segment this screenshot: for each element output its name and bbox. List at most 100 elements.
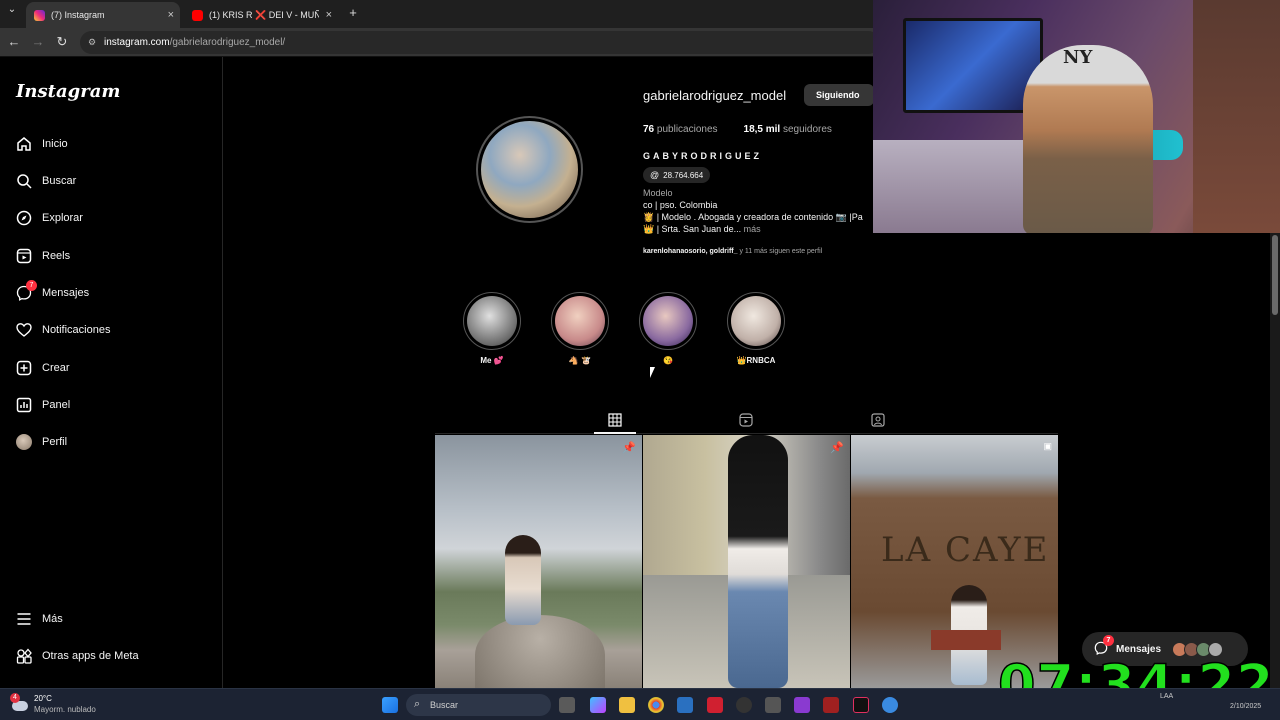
tab-close-button[interactable]: ×	[326, 9, 332, 21]
weather-cloud-icon: 4	[10, 693, 30, 713]
tab-posts[interactable]	[605, 410, 625, 430]
pin-icon: 📌	[830, 442, 844, 454]
sidebar-item-reels[interactable]: Reels	[16, 248, 70, 264]
tab-title: (1) KRIS R ❌ DEI V - MUÑECA	[209, 9, 319, 20]
url-input[interactable]: ⚙ instagram.com/gabrielarodriguez_model/	[80, 31, 880, 54]
sidebar-item-label: Explorar	[42, 212, 83, 224]
copilot-icon[interactable]	[590, 697, 606, 713]
scrollbar-thumb[interactable]	[1272, 235, 1278, 315]
search-icon: ⌕	[414, 698, 421, 710]
active-tab-indicator	[594, 432, 636, 434]
plus-square-icon	[16, 360, 32, 376]
highlight-kiss[interactable]: 😘	[639, 292, 697, 365]
tiktok-icon[interactable]	[853, 697, 869, 713]
reel-icon: ▣	[1043, 441, 1052, 451]
chrome-icon[interactable]	[648, 697, 664, 713]
instagram-logo[interactable]: Instagram	[16, 81, 120, 102]
tab-youtube[interactable]: (1) KRIS R ❌ DEI V - MUÑECA ×	[184, 2, 338, 28]
sidebar-item-panel[interactable]: Panel	[16, 397, 70, 413]
site-info-icon[interactable]: ⚙	[88, 37, 96, 48]
mouse-cursor	[650, 367, 658, 378]
reload-icon[interactable]: ↻	[54, 34, 70, 50]
page-scrollbar[interactable]	[1270, 233, 1280, 688]
post-thumbnail[interactable]: LA CAYE ▣	[851, 435, 1058, 688]
system-tray[interactable]: LAA 2/10/2025	[1160, 692, 1261, 712]
task-view-icon[interactable]	[559, 697, 575, 713]
bio-more-link[interactable]: más	[744, 224, 761, 234]
app-icon[interactable]	[882, 697, 898, 713]
threads-badge[interactable]: @28.764.664	[643, 167, 711, 183]
sidebar-item-label: Panel	[42, 399, 71, 411]
bio-line: 👑 | Srta. San Juan de... más	[643, 224, 761, 234]
sidebar-item-label: Notificaciones	[42, 324, 111, 336]
sidebar-item-inicio[interactable]: Inicio	[16, 136, 68, 152]
post-thumbnail[interactable]: 📌	[643, 435, 850, 688]
highlight-rnbca[interactable]: 👑RNBCA	[727, 292, 785, 365]
profile-full-name: GABYRODRIGUEZ	[643, 151, 763, 161]
weather-desc: Mayorm. nublado	[34, 705, 96, 714]
tab-tagged[interactable]	[868, 410, 888, 430]
file-explorer-icon[interactable]	[619, 697, 635, 713]
bio-line: co | pso. Colombia	[643, 200, 718, 210]
messages-float-label: Mensajes	[1116, 643, 1162, 655]
menu-icon	[16, 611, 32, 627]
instagram-favicon-icon	[34, 9, 45, 21]
sidebar-item-notificaciones[interactable]: Notificaciones	[16, 322, 110, 338]
new-tab-button[interactable]: +	[345, 5, 361, 20]
tray-language: LAA	[1160, 693, 1174, 700]
app-icon[interactable]	[823, 697, 839, 713]
taskbar-search[interactable]: ⌕ Buscar	[406, 694, 551, 716]
sidebar-item-crear[interactable]: Crear	[16, 360, 70, 376]
grid-icon	[608, 413, 622, 427]
app-icon[interactable]	[765, 697, 781, 713]
tab-close-button[interactable]: ×	[168, 9, 174, 21]
tab-title: (7) Instagram	[51, 10, 105, 20]
sidebar-item-label: Mensajes	[42, 287, 90, 299]
store-icon[interactable]	[677, 697, 693, 713]
windows-start-icon[interactable]	[382, 697, 398, 713]
youtube-favicon-icon	[192, 9, 203, 21]
threads-icon: @	[650, 170, 660, 180]
tab-search-button[interactable]: ⌄	[4, 4, 20, 15]
url-path: /gabrielarodriguez_model/	[169, 37, 286, 48]
tab-instagram[interactable]: (7) Instagram ×	[26, 2, 180, 28]
sidebar-item-label: Inicio	[42, 138, 68, 150]
sidebar-item-explorar[interactable]: Explorar	[16, 210, 83, 226]
sidebar-item-label: Otras apps de Meta	[42, 650, 139, 662]
forward-icon[interactable]: →	[30, 34, 46, 49]
sidebar-item-meta-apps[interactable]: Otras apps de Meta	[16, 648, 139, 664]
sidebar-item-label: Más	[42, 613, 63, 625]
sidebar-item-label: Buscar	[42, 175, 77, 187]
messenger-icon: 7	[16, 280, 37, 301]
reels-icon	[16, 248, 32, 264]
tab-reels[interactable]	[736, 410, 756, 430]
highlight-animals[interactable]: 🐴 🐮	[551, 292, 609, 365]
compass-icon	[16, 210, 32, 226]
sidebar-item-perfil[interactable]: Perfil	[16, 434, 67, 450]
app-icon[interactable]	[794, 697, 810, 713]
highlight-label: 🐴 🐮	[568, 356, 592, 365]
profile-avatar[interactable]	[476, 116, 583, 223]
cap-logo-image: NY	[1063, 47, 1093, 68]
following-button-label: Siguiendo	[816, 90, 860, 100]
highlight-me[interactable]: Me 💕	[463, 292, 521, 365]
post-thumbnail[interactable]: 📌	[435, 435, 642, 688]
search-icon	[16, 173, 32, 189]
messages-badge: 7	[26, 280, 37, 291]
profile-username: gabrielarodriguez_model	[643, 88, 787, 103]
following-button[interactable]: Siguiendo	[804, 84, 874, 106]
highlight-label: Me 💕	[480, 356, 504, 365]
followed-by[interactable]: karenlohanaosorio, goldriff_ y 11 más si…	[643, 248, 822, 255]
weather-widget[interactable]: 4 20°C Mayorm. nublado	[10, 693, 96, 715]
sidebar-item-mas[interactable]: Más	[16, 611, 63, 627]
followers-stat[interactable]: 18,5 mil seguidores	[744, 124, 832, 135]
highlight-label: 😘	[663, 356, 673, 365]
tagged-icon	[871, 413, 885, 427]
app-x-icon[interactable]	[707, 697, 723, 713]
sidebar-item-mensajes[interactable]: 7 Mensajes	[16, 280, 90, 301]
streamer-webcam-overlay: NY	[873, 0, 1280, 233]
sidebar-item-buscar[interactable]: Buscar	[16, 173, 76, 189]
app-icon[interactable]	[736, 697, 752, 713]
back-icon[interactable]: ←	[6, 34, 22, 49]
tray-date: 2/10/2025	[1230, 703, 1262, 710]
